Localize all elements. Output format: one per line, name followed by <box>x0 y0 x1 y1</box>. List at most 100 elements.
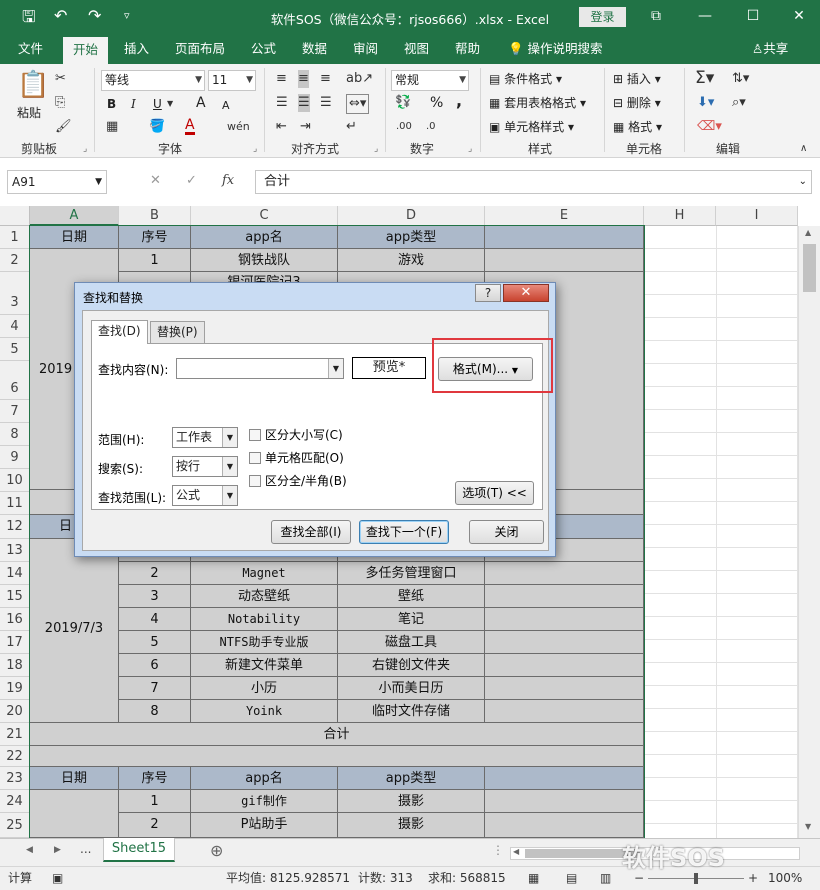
tab-help[interactable]: 帮助 <box>455 34 480 64</box>
total-row[interactable]: 合计 <box>30 723 644 746</box>
table-row-cell[interactable]: 8 <box>119 700 191 723</box>
table-row-cell[interactable]: 新建文件菜单 <box>191 654 338 677</box>
align-left-icon[interactable]: ☰ <box>276 94 288 112</box>
row-header[interactable]: 20 <box>0 700 30 723</box>
ribbon-display-icon[interactable]: ⧉ <box>641 4 671 28</box>
alignment-launcher-icon[interactable]: ⌟ <box>374 144 378 154</box>
decrease-decimal-icon[interactable]: .0 <box>426 118 436 136</box>
border-icon[interactable]: ▦ <box>106 118 118 136</box>
merge-center-icon[interactable]: ⇔▾ <box>346 94 370 114</box>
table-row-cell[interactable] <box>485 631 644 654</box>
find-what-input[interactable]: ▼ <box>176 358 344 379</box>
table-row-cell[interactable]: 1 <box>119 249 191 272</box>
row-header[interactable]: 12 <box>0 515 30 539</box>
find-all-button[interactable]: 查找全部(I) <box>271 520 351 544</box>
scroll-left-icon[interactable]: ◀ <box>513 847 519 856</box>
cell-no-header[interactable]: 序号 <box>119 767 191 790</box>
formula-input[interactable]: 合计 ⌄ <box>255 170 812 194</box>
font-launcher-icon[interactable]: ⌟ <box>253 144 257 154</box>
table-row-cell[interactable]: 磁盘工具 <box>338 631 485 654</box>
table-row-cell[interactable]: 7 <box>119 677 191 700</box>
row-header[interactable]: 15 <box>0 585 30 608</box>
cancel-icon[interactable]: ✕ <box>150 173 161 188</box>
tab-insert[interactable]: 插入 <box>124 34 149 64</box>
cell-no-header[interactable]: 序号 <box>119 226 191 249</box>
row-header[interactable]: 1 <box>0 226 30 249</box>
cell-styles-button[interactable]: ▣ 单元格样式 ▾ <box>489 118 574 136</box>
delete-cells-button[interactable]: ⊟ 删除 ▾ <box>613 94 661 112</box>
add-sheet-icon[interactable]: ⊕ <box>210 841 223 860</box>
align-right-icon[interactable]: ☰ <box>320 94 332 112</box>
page-break-view-icon[interactable]: ▥ <box>600 867 611 889</box>
status-count[interactable]: 计数: 313 <box>358 867 413 889</box>
find-select-icon[interactable]: ⌕▾ <box>732 94 746 112</box>
table-row-cell[interactable]: gif制作 <box>191 790 338 813</box>
status-average[interactable]: 平均值: 8125.928571 <box>226 867 350 889</box>
cell-type-header[interactable]: app类型 <box>338 226 485 249</box>
paste-icon[interactable]: 📋 <box>17 70 49 100</box>
align-center-icon[interactable]: ☰ <box>298 94 310 112</box>
row-header[interactable]: 11 <box>0 492 30 515</box>
cell-date-merged[interactable] <box>30 790 119 838</box>
table-row-cell[interactable]: Notability <box>191 608 338 631</box>
row-header[interactable]: 2 <box>0 249 30 272</box>
column-header-i[interactable]: I <box>716 206 798 226</box>
row-header[interactable]: 22 <box>0 746 30 767</box>
paste-button[interactable]: 粘贴 <box>17 104 41 122</box>
cell-date-header[interactable]: 日期 <box>30 767 119 790</box>
table-row-cell[interactable]: 笔记 <box>338 608 485 631</box>
table-row-cell[interactable]: Yoink <box>191 700 338 723</box>
row-header[interactable]: 10 <box>0 469 30 492</box>
page-layout-view-icon[interactable]: ▤ <box>566 867 577 889</box>
grow-font-button[interactable]: A <box>196 94 206 112</box>
row-header[interactable]: 6 <box>0 361 30 400</box>
login-button[interactable]: 登录 <box>579 7 626 27</box>
tab-view[interactable]: 视图 <box>404 34 429 64</box>
table-row-cell[interactable] <box>485 608 644 631</box>
table-row-cell[interactable]: 5 <box>119 631 191 654</box>
font-name-box[interactable]: 等线 ▼ <box>101 70 205 91</box>
column-header-e[interactable]: E <box>485 206 644 226</box>
column-header-b[interactable]: B <box>119 206 191 226</box>
row-header[interactable]: 13 <box>0 539 30 562</box>
match-case-checkbox[interactable]: 区分大小写(C) <box>249 428 343 442</box>
tab-home[interactable]: 开始 <box>63 37 109 64</box>
select-all-corner[interactable] <box>0 206 30 226</box>
chevron-down-icon[interactable]: ▼ <box>222 428 237 447</box>
format-painter-icon[interactable]: 🖌 <box>55 118 72 136</box>
table-row-cell[interactable]: 6 <box>119 654 191 677</box>
options-button[interactable]: 选项(T) << <box>455 481 534 505</box>
increase-indent-icon[interactable]: ⇥ <box>300 118 311 136</box>
table-row-cell[interactable]: 临时文件存储 <box>338 700 485 723</box>
underline-button[interactable]: U <box>153 95 162 113</box>
cell-type-header[interactable]: app类型 <box>338 767 485 790</box>
number-format-box[interactable]: 常规 ▼ <box>391 70 469 91</box>
table-row-cell[interactable]: 小历 <box>191 677 338 700</box>
row-header[interactable]: 18 <box>0 654 30 677</box>
table-row-cell[interactable]: 摄影 <box>338 790 485 813</box>
chevron-down-icon[interactable]: ▼ <box>222 457 237 476</box>
column-header-a[interactable]: A <box>30 206 119 226</box>
match-cell-checkbox[interactable]: 单元格匹配(O) <box>249 451 344 465</box>
percent-button[interactable]: % <box>430 94 443 112</box>
normal-view-icon[interactable]: ▦ <box>528 867 539 889</box>
tab-splitter-icon[interactable]: ⋮ <box>492 843 504 857</box>
table-row-cell[interactable] <box>485 813 644 838</box>
row-header[interactable]: 3 <box>0 272 30 315</box>
row-header[interactable]: 14 <box>0 562 30 585</box>
within-select[interactable]: 工作表 ▼ <box>172 427 238 448</box>
cell-app-header[interactable]: app名 <box>191 767 338 790</box>
table-row-cell[interactable] <box>485 562 644 585</box>
sort-filter-icon[interactable]: ⇅▾ <box>732 70 749 88</box>
tab-data[interactable]: 数据 <box>302 34 327 64</box>
cell-app-header[interactable]: app名 <box>191 226 338 249</box>
empty-grid[interactable] <box>644 226 798 838</box>
format-cells-button[interactable]: ▦ 格式 ▾ <box>613 118 662 136</box>
maximize-icon[interactable]: ☐ <box>738 4 768 28</box>
comma-button[interactable]: , <box>456 92 462 110</box>
wrap-text-icon[interactable]: ↵ <box>346 118 357 136</box>
table-row-cell[interactable]: 4 <box>119 608 191 631</box>
row-header[interactable]: 9 <box>0 446 30 469</box>
row-header[interactable]: 25 <box>0 813 30 838</box>
chevron-down-icon[interactable]: ▼ <box>167 95 173 113</box>
